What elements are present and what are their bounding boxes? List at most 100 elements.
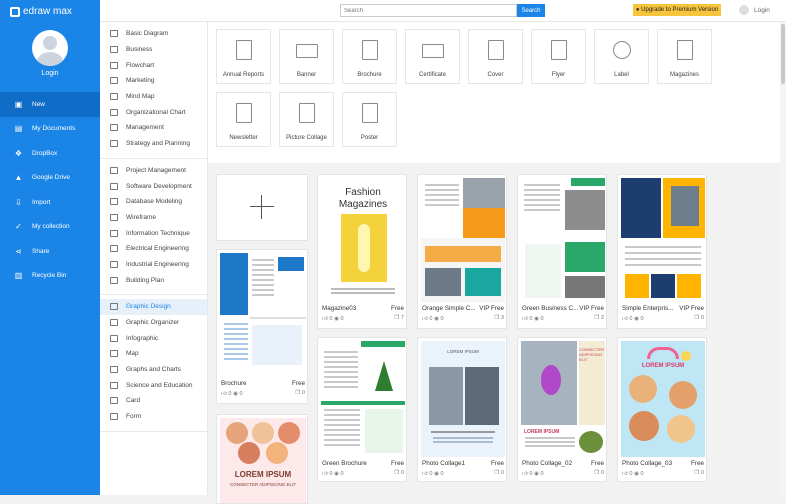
type-tile-banner[interactable]: Banner	[279, 29, 334, 84]
category-item[interactable]: Marketing	[100, 73, 207, 89]
category-item[interactable]: Science and Education	[100, 377, 207, 393]
template-caption: Green Brochure Free	[322, 460, 404, 467]
category-item[interactable]: Strategy and Planning	[100, 136, 207, 152]
template-card-orange-simple[interactable]: Orange Simple C... VIP Free 👍︎ 0 ◉ 0 ❐ 3	[417, 174, 507, 329]
template-title: Photo Collage_02	[522, 460, 573, 467]
nav-item-collection[interactable]: ✓ My collection	[0, 215, 100, 240]
template-card-photo-collage03[interactable]: LOREM IPSUM Photo Collage_03 Free 👍︎ 0 ◉ 0 ❐…	[617, 337, 707, 482]
template-stats: 👍︎ 0 ◉ 0 ❐ 0	[422, 470, 504, 477]
type-tile-magazines[interactable]: Magazines	[657, 29, 712, 84]
type-tile-brochure[interactable]: Brochure	[342, 29, 397, 84]
template-badge: VIP Free	[479, 305, 504, 312]
app-logo[interactable]: edraw max	[10, 6, 72, 17]
copy-icon[interactable]: ❐	[594, 470, 601, 476]
copy-icon[interactable]: ❐	[295, 390, 302, 396]
type-tile-flyer[interactable]: Flyer	[531, 29, 586, 84]
template-thumbnail	[521, 178, 605, 302]
collection-icon: ✓	[15, 222, 22, 232]
template-card-lorem-ipsum[interactable]: LOREM IPSUM CONSECTER ADIPISCING ELIT	[216, 414, 308, 504]
category-item[interactable]: Industrial Engineering	[100, 257, 207, 273]
type-label: Annual Reports	[222, 72, 265, 78]
copy-icon[interactable]: ❐	[394, 315, 401, 321]
template-stats: 👍︎ 0 ◉ 0 ❐ 2	[522, 315, 604, 322]
template-thumbnail	[321, 341, 405, 457]
category-item[interactable]: Electrical Engineering	[100, 241, 207, 257]
copy-icon[interactable]: ❐	[694, 470, 701, 476]
type-label: Certificate	[418, 72, 446, 78]
category-item[interactable]: Graphic Organizer	[100, 315, 207, 331]
search-button[interactable]: Search	[517, 4, 545, 17]
category-item[interactable]: Project Management	[100, 163, 207, 179]
copy-icon[interactable]: ❐	[394, 470, 401, 476]
search-input[interactable]	[340, 4, 517, 17]
category-item[interactable]: Infographic	[100, 330, 207, 346]
dropbox-icon: ❖	[14, 148, 23, 158]
copy-icon[interactable]: ❐	[494, 315, 501, 321]
category-item[interactable]: Graphic Design	[100, 299, 207, 315]
recycle-bin-icon: ▥	[14, 271, 23, 281]
template-thumbnail	[421, 178, 505, 302]
new-blank-button[interactable]	[216, 174, 308, 241]
category-item[interactable]: Graphs and Charts	[100, 362, 207, 378]
category-item[interactable]: Software Development	[100, 178, 207, 194]
template-stats: 👍︎ 0 ◉ 0 ❐ 0	[622, 470, 704, 477]
template-card-photo-collage1[interactable]: LOREM IPSUM Photo Collage1 Free 👍︎ 0 ◉ 0 ❐ 0	[417, 337, 507, 482]
template-thumbnail: LOREM IPSUM	[621, 341, 705, 457]
category-item[interactable]: Flowchart	[100, 57, 207, 73]
user-icon	[739, 5, 749, 15]
template-card-magazine03[interactable]: Fashion Magazines Magazine03 Free 👍︎ 0 ◉ 0 ❐ …	[317, 174, 407, 329]
category-item[interactable]: Wireframe	[100, 210, 207, 226]
user-login[interactable]: Login	[739, 5, 770, 15]
category-item[interactable]: Card	[100, 393, 207, 409]
nav-item-recycle-bin[interactable]: ▥ Recycle Bin	[0, 264, 100, 289]
template-card-green-business[interactable]: Green Business C... VIP Free 👍︎ 0 ◉ 0 ❐ 2	[517, 174, 607, 329]
type-tile-newsletter[interactable]: Newsletter	[216, 92, 271, 147]
category-item[interactable]: Database Modeling	[100, 194, 207, 210]
category-item[interactable]: Mind Map	[100, 89, 207, 105]
login-link[interactable]: Login	[0, 70, 100, 77]
nav-item-google-drive[interactable]: ▲ Google Drive	[0, 166, 100, 191]
category-item[interactable]: Form	[100, 409, 207, 425]
nav-item-label: Share	[32, 247, 50, 255]
type-tile-picture-collage[interactable]: Picture Collage	[279, 92, 334, 147]
category-item[interactable]: Business	[100, 42, 207, 58]
type-tile-certificate[interactable]: Certificate	[405, 29, 460, 84]
category-item[interactable]: Map	[100, 346, 207, 362]
type-tile-label[interactable]: Label	[594, 29, 649, 84]
category-label: Project Management	[126, 166, 186, 174]
scrollbar-thumb[interactable]	[781, 24, 785, 84]
collage-headline: LOREM IPSUM	[641, 363, 685, 369]
type-label: Newsletter	[229, 135, 258, 141]
category-item[interactable]: Basic Diagram	[100, 26, 207, 42]
template-caption: Green Business C... VIP Free	[522, 305, 604, 312]
nav-item-documents[interactable]: ▤ My Documents	[0, 117, 100, 142]
copy-icon[interactable]: ❐	[694, 315, 701, 321]
template-title: Brochure	[221, 380, 247, 387]
type-tile-annual-reports[interactable]: Annual Reports	[216, 29, 271, 84]
category-list: Basic Diagram Business Flowchart Marketing M…	[100, 22, 208, 495]
template-card-brochure[interactable]: Brochure Free 👍︎ 0 ◉ 0 ❐ 0	[216, 249, 308, 404]
nav-item-new[interactable]: ▣ New	[0, 92, 100, 117]
avatar[interactable]	[32, 30, 68, 66]
nav-item-share[interactable]: ⋖ Share	[0, 239, 100, 264]
nav-item-import[interactable]: ⇩ Import	[0, 190, 100, 215]
category-icon	[110, 213, 118, 221]
scrollbar[interactable]	[780, 22, 786, 495]
type-tile-poster[interactable]: Poster	[342, 92, 397, 147]
category-item[interactable]: Information Technique	[100, 225, 207, 241]
category-item[interactable]: Building Plan	[100, 272, 207, 288]
category-item[interactable]: Management	[100, 120, 207, 136]
upgrade-button[interactable]: ● Upgrade to Premium Version	[633, 4, 721, 16]
category-icon	[110, 140, 118, 148]
template-card-green-brochure[interactable]: Green Brochure Free 👍︎ 0 ◉ 0 ❐ 0	[317, 337, 407, 482]
template-badge: VIP Free	[679, 305, 704, 312]
copy-icon[interactable]: ❐	[594, 315, 601, 321]
nav-item-dropbox[interactable]: ❖ DropBox	[0, 141, 100, 166]
template-thumbnail: CONSECTER ADIPISCING ELIT LOREM IPSUM	[521, 341, 605, 457]
template-card-simple-enterprise[interactable]: Simple Enterpris... VIP Free 👍︎ 0 ◉ 0 ❐ 0	[617, 174, 707, 329]
category-item[interactable]: Organizational Chart	[100, 104, 207, 120]
copy-icon[interactable]: ❐	[494, 470, 501, 476]
type-tile-cover[interactable]: Cover	[468, 29, 523, 84]
collage-headline: LOREM IPSUM	[234, 470, 292, 479]
template-card-photo-collage02[interactable]: CONSECTER ADIPISCING ELIT LOREM IPSUM Phot…	[517, 337, 607, 482]
